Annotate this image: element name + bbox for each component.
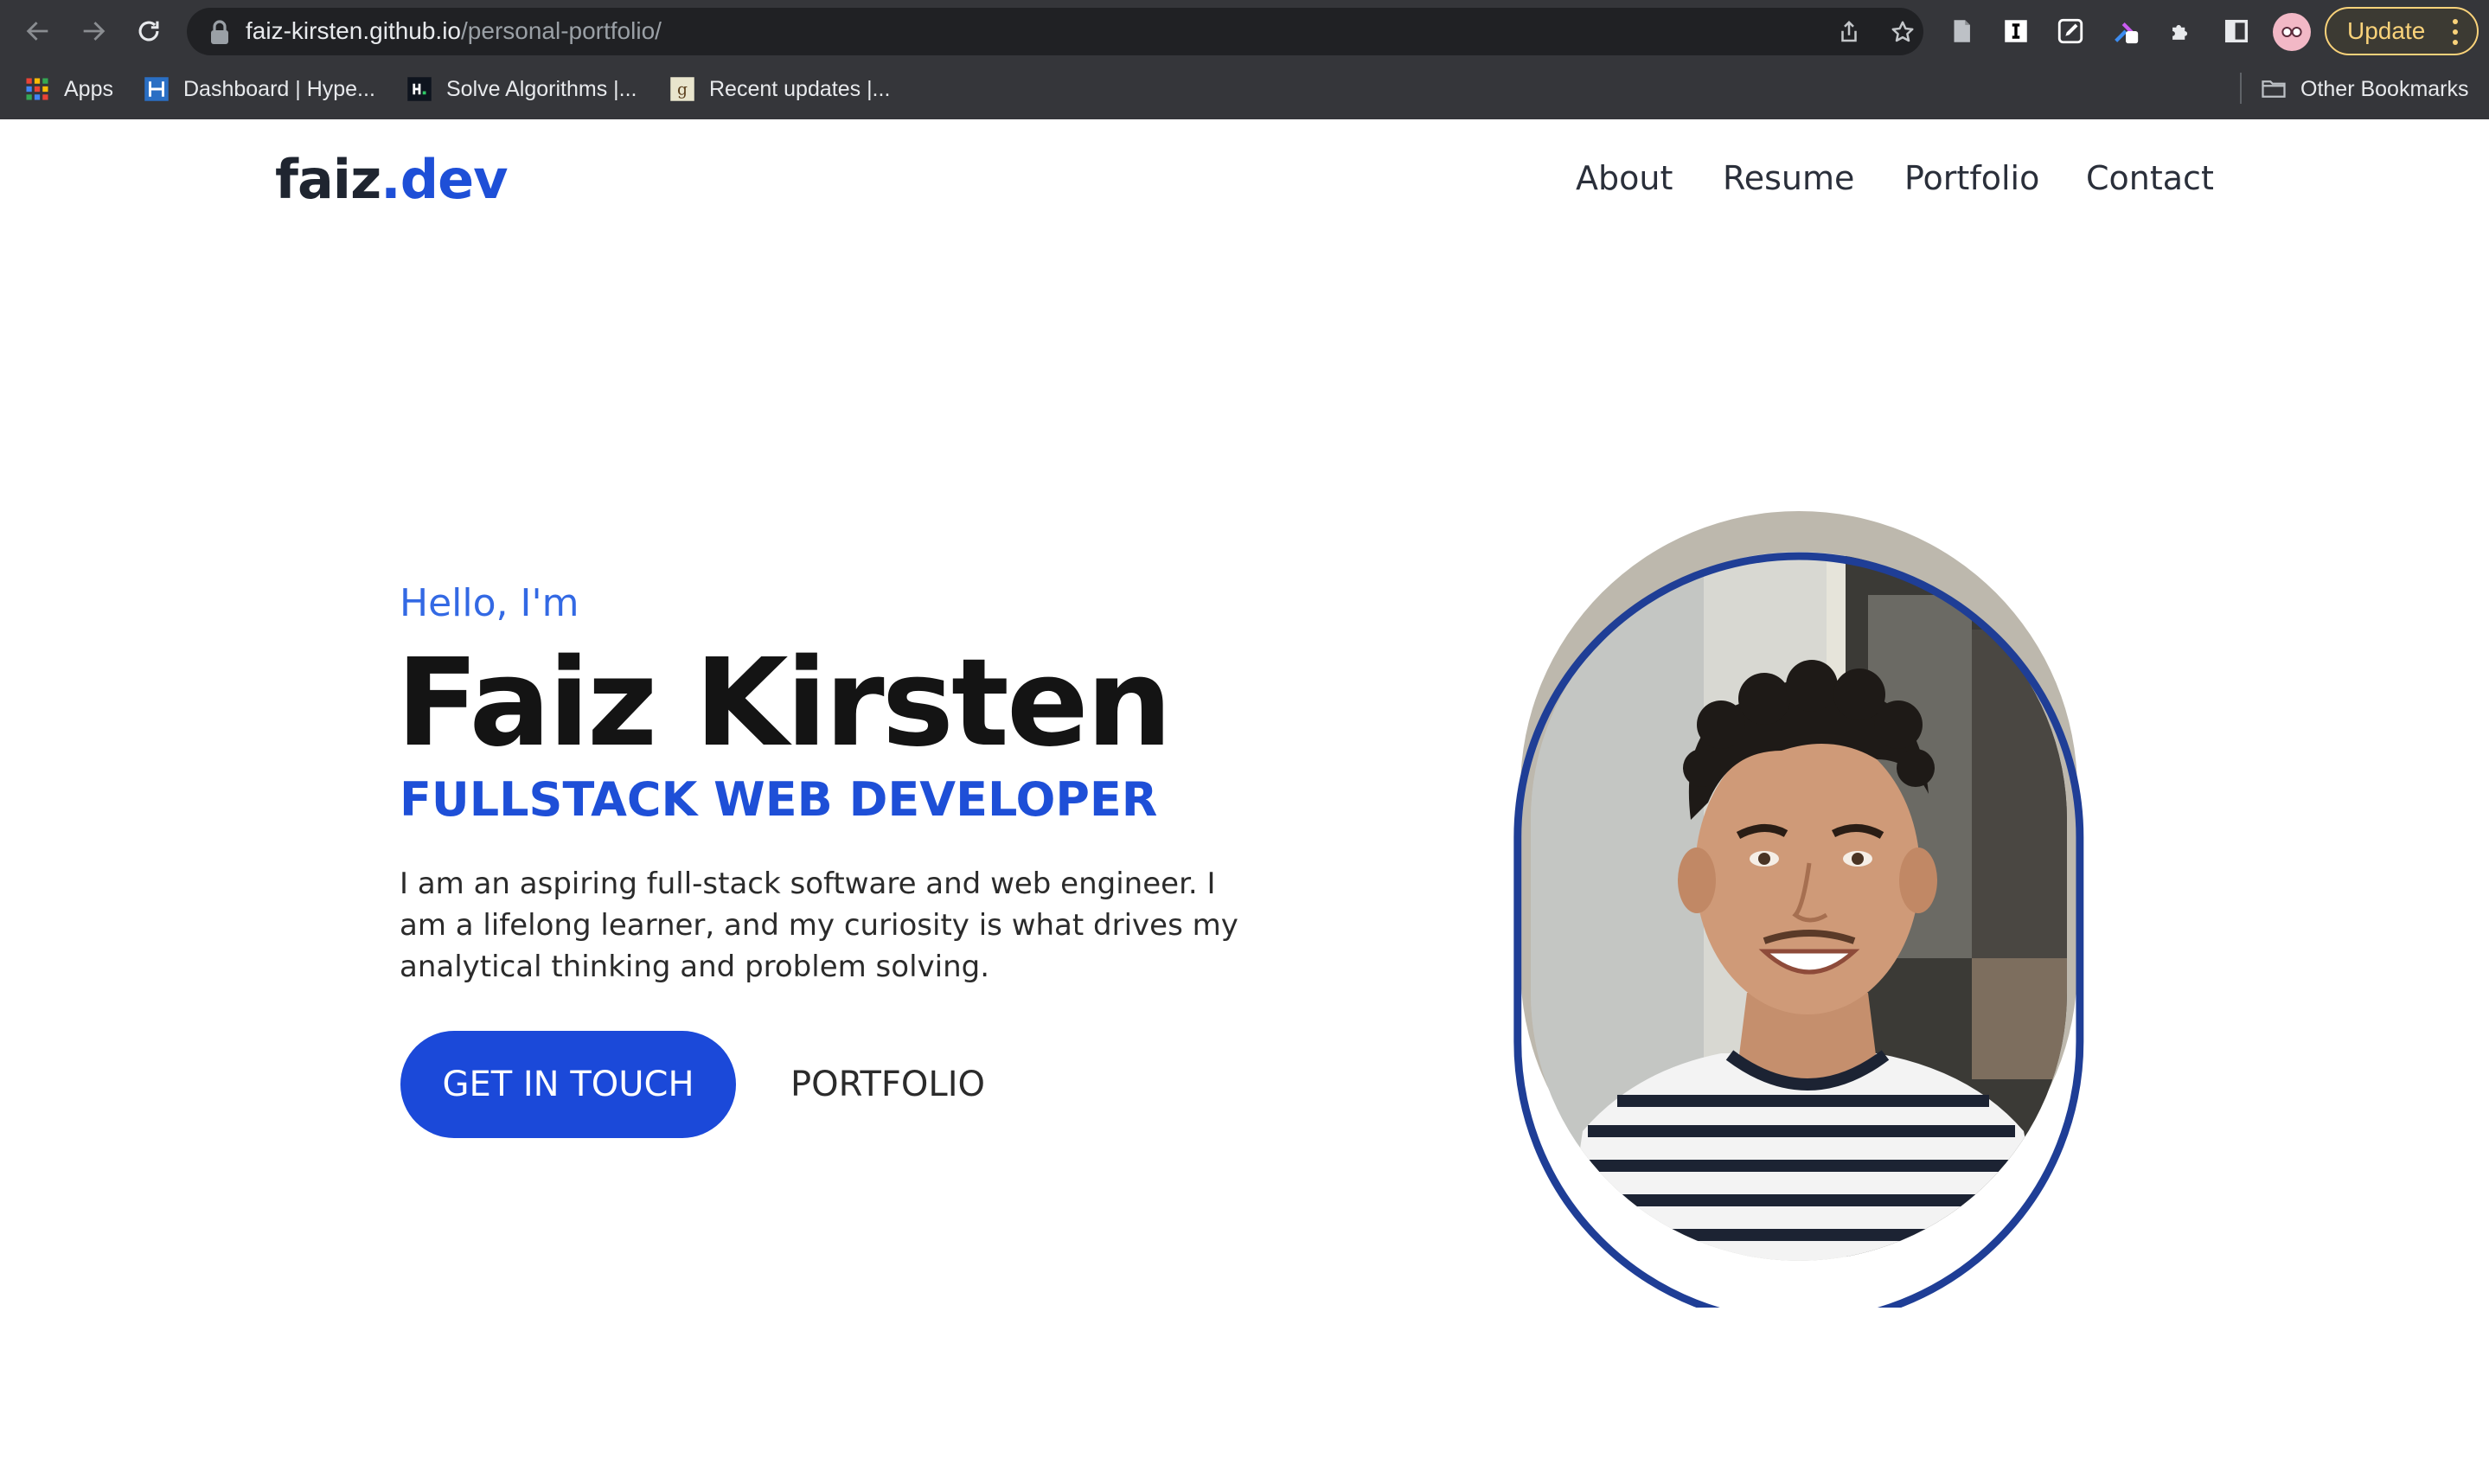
- extension-color-picker[interactable]: [2108, 14, 2143, 48]
- browser-chrome: faiz-kirsten.github.io/personal-portfoli…: [0, 0, 2489, 119]
- arrow-right-icon: [83, 22, 106, 41]
- profile-portrait: [1513, 511, 2084, 1308]
- edit-box-icon: [2057, 18, 2083, 44]
- portfolio-page: faiz.dev About Resume Portfolio Contact …: [0, 119, 2489, 1484]
- portfolio-button[interactable]: PORTFOLIO: [790, 1059, 985, 1110]
- instapaper-icon: [2005, 20, 2027, 42]
- bookmarks-bar: Apps Dashboard | Hype... Solve Algorithm…: [0, 67, 2489, 111]
- get-in-touch-label: GET IN TOUCH: [442, 1065, 694, 1104]
- eyedropper-icon: [2115, 22, 2139, 44]
- document-icon: [1954, 20, 1970, 42]
- extension-document[interactable]: [1944, 14, 1979, 48]
- glasses-avatar-icon: [2281, 27, 2302, 37]
- hero-bio: I am an aspiring full-stack software and…: [400, 867, 1238, 984]
- goodreads-favicon: g: [669, 76, 695, 102]
- browser-toolbar: faiz-kirsten.github.io/personal-portfoli…: [0, 0, 2489, 62]
- nav-about[interactable]: About: [1576, 156, 1673, 201]
- lock-icon: [211, 20, 228, 44]
- bookmark-label: Solve Algorithms |...: [446, 76, 637, 101]
- apps-grid-icon: [24, 76, 50, 102]
- folder-icon: [2261, 76, 2287, 102]
- share-button[interactable]: [1833, 16, 1865, 48]
- forward-button[interactable]: [74, 12, 112, 50]
- share-icon: [1841, 20, 1857, 42]
- arrow-left-icon: [26, 22, 48, 41]
- puzzle-icon: [2172, 24, 2188, 40]
- star-icon: [1891, 21, 1914, 42]
- nav-contact[interactable]: Contact: [2086, 156, 2214, 201]
- bookmarks-divider: [2240, 73, 2242, 104]
- extensions-button[interactable]: [2164, 14, 2198, 48]
- update-button[interactable]: Update: [2325, 7, 2479, 55]
- get-in-touch-button[interactable]: GET IN TOUCH: [400, 1031, 736, 1138]
- other-bookmarks[interactable]: Other Bookmarks: [2261, 73, 2469, 106]
- hero-role: FULLSTACK WEB DEVELOPER: [400, 772, 1158, 827]
- hero-greeting: Hello, I'm: [400, 581, 579, 625]
- address-bar[interactable]: faiz-kirsten.github.io/personal-portfoli…: [187, 8, 1923, 55]
- kebab-menu-icon: [2453, 19, 2458, 45]
- bookmark-hackerrank[interactable]: Solve Algorithms |...: [406, 73, 637, 106]
- url-path: /personal-portfolio/: [461, 17, 662, 44]
- profile-avatar[interactable]: [2273, 13, 2311, 51]
- side-panel-icon: [2224, 19, 2249, 43]
- bookmark-label: Recent updates |...: [709, 76, 891, 101]
- update-label: Update: [2347, 17, 2426, 44]
- nav-portfolio[interactable]: Portfolio: [1904, 156, 2039, 201]
- reload-button[interactable]: [130, 12, 168, 50]
- hackerrank-favicon: [406, 76, 432, 102]
- url-host: faiz-kirsten.github.io: [246, 17, 462, 44]
- side-panel-button[interactable]: [2219, 14, 2254, 48]
- reload-icon: [138, 21, 159, 42]
- extension-edit[interactable]: [2053, 14, 2088, 48]
- bookmark-label: Apps: [64, 76, 113, 101]
- bookmark-apps[interactable]: Apps: [24, 73, 113, 106]
- nav-resume[interactable]: Resume: [1723, 156, 1854, 201]
- other-bookmarks-label: Other Bookmarks: [2300, 76, 2469, 101]
- bookmark-goodreads[interactable]: g Recent updates |...: [669, 73, 890, 106]
- logo-accent: .dev: [381, 148, 508, 211]
- site-logo[interactable]: faiz.dev: [275, 145, 509, 214]
- logo-main: faiz: [275, 148, 381, 211]
- hero-name: Faiz Kirsten: [396, 633, 1173, 774]
- svg-text:g: g: [677, 80, 688, 99]
- bookmark-star-button[interactable]: [1887, 16, 1918, 48]
- url-text[interactable]: faiz-kirsten.github.io/personal-portfoli…: [246, 16, 662, 46]
- extension-instapaper[interactable]: [1999, 14, 2033, 48]
- hyperiondev-favicon: [144, 76, 170, 102]
- bookmark-dashboard[interactable]: Dashboard | Hype...: [144, 73, 375, 106]
- back-button[interactable]: [19, 12, 57, 50]
- bookmark-label: Dashboard | Hype...: [183, 76, 375, 101]
